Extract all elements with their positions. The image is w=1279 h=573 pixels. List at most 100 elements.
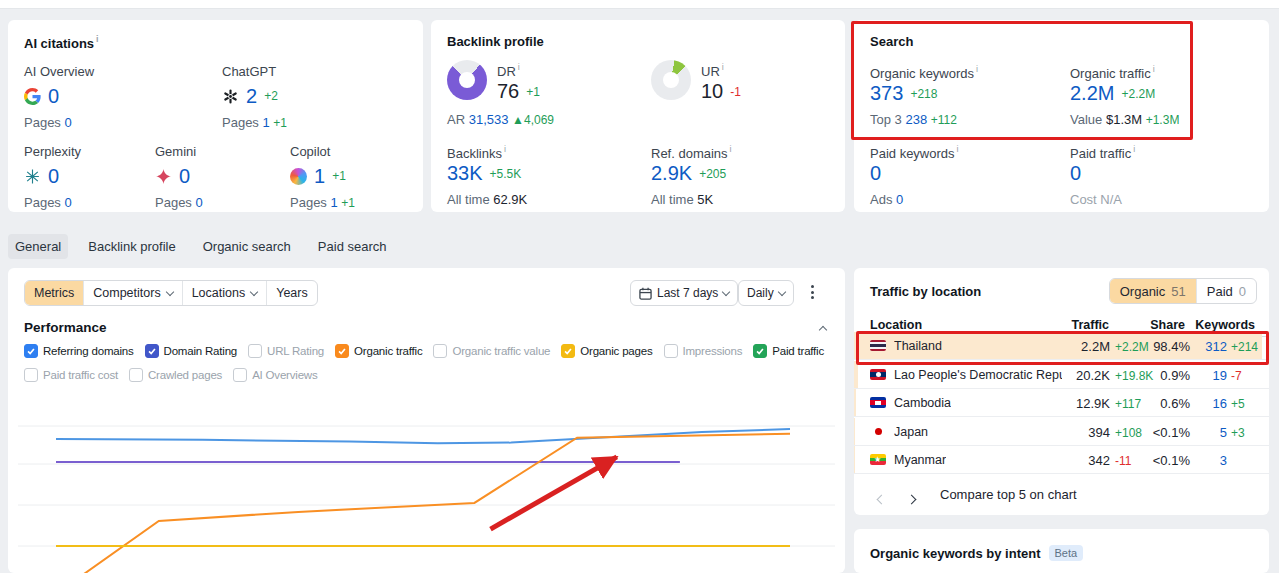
backlinks-alltime: All time 62.9K (447, 192, 527, 207)
traffic-value: 20.2K (1076, 368, 1110, 383)
japan-flag (870, 426, 886, 437)
tab-organic-search[interactable]: Organic search (196, 234, 298, 259)
ads-line: Ads 0 (870, 192, 903, 207)
next-page-button[interactable] (908, 489, 915, 507)
tab-backlink-profile[interactable]: Backlink profile (81, 234, 182, 259)
segment-years[interactable]: Years (266, 281, 317, 305)
top-toolbar-edge (0, 0, 1279, 9)
metric-checkbox-organic-traffic[interactable]: Organic traffic (335, 344, 422, 358)
search-title: Search (870, 34, 913, 49)
thailand-flag (870, 340, 886, 351)
metric-checkbox-list: Referring domains Domain Rating URL Rating… (24, 344, 836, 382)
segment-locations[interactable]: Locations (182, 281, 267, 305)
share-value: <0.1% (1153, 453, 1190, 468)
ai-citations-card: AI citationsi AI Overview0Pages 0ChatGPT… (8, 20, 423, 212)
ref-domains-delta: +205 (699, 167, 726, 181)
citations-value[interactable]: 0 (48, 165, 59, 188)
copilot-icon (290, 168, 307, 185)
keywords-value[interactable]: 5 (1220, 425, 1227, 440)
metric-checkbox-organic-traffic-value[interactable]: Organic traffic value (433, 344, 550, 358)
domain-rating-donut (447, 60, 487, 100)
organic-keywords-value[interactable]: 373 (870, 82, 903, 105)
metric-checkbox-referring-domains[interactable]: Referring domains (24, 344, 134, 358)
citations-value[interactable]: 2 (246, 85, 257, 108)
keywords-by-intent-title: Organic keywords by intent (870, 546, 1041, 561)
chatgpt-icon (222, 88, 239, 105)
country-name: Myanmar (894, 453, 946, 467)
ai-citation-gemini: Gemini0Pages 0 (155, 144, 285, 210)
beta-badge: Beta (1049, 545, 1084, 561)
ur-label: URi (701, 62, 724, 79)
metric-checkbox-ai-overviews[interactable]: AI Overviews (233, 368, 317, 382)
citations-delta: +1 (332, 169, 346, 183)
citations-delta: +2 (264, 89, 278, 103)
citations-value[interactable]: 0 (179, 165, 190, 188)
keywords-value[interactable]: 19 (1213, 368, 1227, 383)
toggle-organic[interactable]: Organic51 (1110, 279, 1196, 303)
location-row-lao[interactable]: Lao People's Democratic Reput 20.2K +19.8K… (854, 361, 1269, 389)
google-g-icon (24, 88, 41, 105)
metric-checkbox-paid-traffic-cost[interactable]: Paid traffic cost (24, 368, 118, 382)
ahrefs-rank-line: AR 31,533 ▲4,069 (447, 112, 554, 127)
gemini-icon (155, 168, 172, 185)
metric-checkbox-url-rating[interactable]: URL Rating (248, 344, 324, 358)
url-rating-donut (651, 60, 691, 100)
keywords-value[interactable]: 312 (1205, 339, 1227, 354)
compare-top5-link[interactable]: Compare top 5 on chart (940, 487, 1077, 502)
ar-value-link[interactable]: 31,533 (469, 112, 509, 127)
organic-traffic-value[interactable]: 2.2M (1070, 82, 1114, 105)
section-tabs: General Backlink profile Organic search Pai… (8, 233, 394, 259)
country-name: Lao People's Democratic Reput (894, 368, 1062, 382)
metric-checkbox-paid-traffic[interactable]: Paid traffic (753, 344, 824, 358)
metric-checkbox-organic-pages[interactable]: Organic pages (561, 344, 652, 358)
location-row-thailand[interactable]: Thailand2.2M+2.2M98.4%312+214 (854, 332, 1269, 360)
share-value: 0.9% (1160, 368, 1190, 383)
toggle-paid[interactable]: Paid0 (1196, 279, 1256, 303)
segment-metrics[interactable]: Metrics (25, 281, 83, 305)
ur-value: 10 (701, 80, 723, 103)
ref-domains-label: Ref. domainsi (651, 144, 732, 161)
performance-chart[interactable] (8, 400, 845, 573)
citations-value[interactable]: 1 (314, 165, 325, 188)
metric-checkbox-domain-rating[interactable]: Domain Rating (145, 344, 237, 358)
more-options-button[interactable] (811, 285, 814, 299)
keywords-value[interactable]: 3 (1220, 453, 1227, 468)
location-row-cambodia[interactable]: Cambodia12.9K+1170.6%16+5 (854, 389, 1269, 417)
col-traffic: Traffic (1071, 318, 1109, 332)
keywords-delta: +214 (1231, 340, 1258, 354)
ai-source-label: Perplexity (24, 144, 154, 159)
share-value: <0.1% (1153, 425, 1190, 440)
ai-source-label: Copilot (290, 144, 420, 159)
ai-citation-chatgpt: ChatGPT2+2Pages 1 +1 (222, 64, 352, 130)
keywords-value[interactable]: 16 (1213, 396, 1227, 411)
backlinks-value[interactable]: 33K (447, 162, 483, 185)
location-row-myanmar[interactable]: ★Myanmar342-11<0.1%3 (854, 446, 1269, 474)
traffic-delta: +19.8K (1115, 369, 1153, 383)
dr-delta: +1 (526, 85, 540, 99)
metric-checkbox-crawled-pages[interactable]: Crawled pages (129, 368, 222, 382)
paid-traffic-value[interactable]: 0 (1070, 162, 1081, 185)
paid-keywords-label: Paid keywordsi (870, 144, 959, 161)
paid-keywords-value[interactable]: 0 (870, 162, 881, 185)
collapse-chevron-icon[interactable] (819, 326, 827, 334)
prev-page-button[interactable] (878, 489, 885, 507)
traffic-by-location-card: Traffic by location Organic51 Paid0 Loca… (854, 268, 1269, 515)
ai-citations-title: AI citationsi (24, 34, 99, 51)
overview-panel: MetricsCompetitorsLocationsYears Last 7 … (8, 268, 845, 573)
traffic-delta: +108 (1115, 426, 1142, 440)
location-row-japan[interactable]: Japan394+108<0.1%5+3 (854, 418, 1269, 446)
tab-general[interactable]: General (8, 234, 68, 259)
segment-competitors[interactable]: Competitors (83, 281, 181, 305)
traffic-value: 394 (1088, 425, 1110, 440)
traffic-value-line: Value $1.3M +1.3M (1070, 112, 1179, 127)
date-range-button[interactable]: Last 7 days (630, 280, 738, 306)
myanmar-flag: ★ (870, 454, 886, 465)
country-name: Thailand (894, 339, 942, 353)
granularity-button[interactable]: Daily (738, 280, 794, 306)
metric-checkbox-impressions[interactable]: Impressions (664, 344, 743, 358)
ref-domains-value[interactable]: 2.9K (651, 162, 692, 185)
ur-delta: -1 (730, 85, 741, 99)
citations-value[interactable]: 0 (48, 85, 59, 108)
organic-traffic-label: Organic traffici (1070, 64, 1155, 81)
tab-paid-search[interactable]: Paid search (311, 234, 394, 259)
